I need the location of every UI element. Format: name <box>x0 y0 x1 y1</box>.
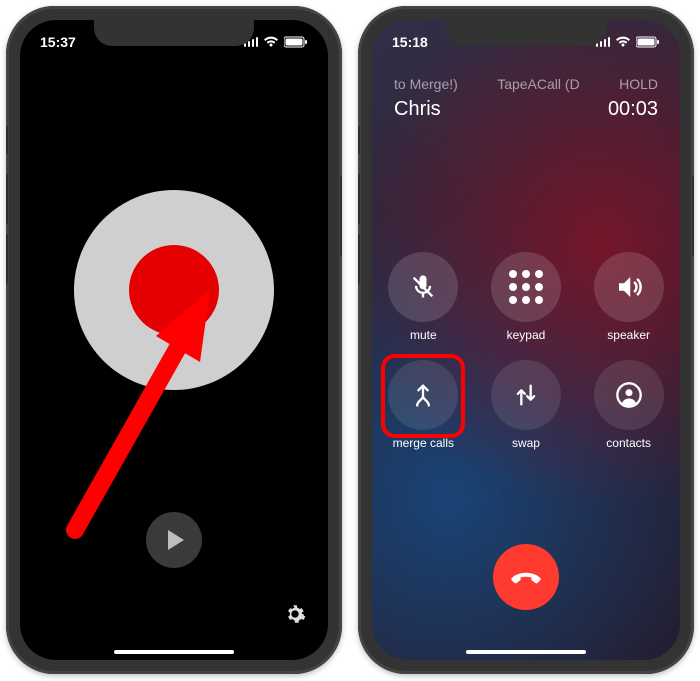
merge-label: merge calls <box>393 436 454 450</box>
call-header: to Merge!) TapeACall (D HOLD Chris 00:03 <box>372 76 680 92</box>
contacts-label: contacts <box>606 436 651 450</box>
swap-button[interactable] <box>491 360 561 430</box>
screen-right: 15:18 to Merge!) TapeACall (D HOLD Chris… <box>372 20 680 660</box>
held-call-label-left: to Merge!) <box>394 76 458 92</box>
mute-button[interactable] <box>388 252 458 322</box>
mute-label: mute <box>410 328 437 342</box>
speaker-icon <box>614 272 644 302</box>
screen-left: 15:37 <box>20 20 328 660</box>
held-call-hold: HOLD <box>619 76 658 92</box>
status-indicators <box>596 36 661 48</box>
mute-icon <box>409 273 437 301</box>
battery-icon <box>636 36 660 48</box>
phone-frame-right: 15:18 to Merge!) TapeACall (D HOLD Chris… <box>358 6 694 674</box>
speaker-button[interactable] <box>594 252 664 322</box>
wifi-icon <box>615 36 631 48</box>
keypad-label: keypad <box>507 328 546 342</box>
end-call-button[interactable] <box>493 544 559 610</box>
contacts-button[interactable] <box>594 360 664 430</box>
contacts-icon <box>615 381 643 409</box>
held-call-label-mid: TapeACall (D <box>497 76 579 92</box>
play-icon <box>168 530 184 550</box>
merge-calls-button[interactable] <box>388 360 458 430</box>
caller-name: Chris <box>394 98 441 121</box>
settings-button[interactable] <box>284 603 306 630</box>
speaker-label: speaker <box>607 328 650 342</box>
phone-frame-left: 15:37 <box>6 6 342 674</box>
notch <box>446 20 606 46</box>
keypad-button[interactable] <box>491 252 561 322</box>
record-button[interactable] <box>74 190 274 390</box>
status-time: 15:18 <box>392 34 428 50</box>
play-button[interactable] <box>146 512 202 568</box>
status-indicators <box>244 36 309 48</box>
battery-icon <box>284 36 308 48</box>
home-indicator[interactable] <box>466 650 586 654</box>
keypad-icon <box>509 270 543 304</box>
status-time: 15:37 <box>40 34 76 50</box>
wifi-icon <box>263 36 279 48</box>
home-indicator[interactable] <box>114 650 234 654</box>
notch <box>94 20 254 46</box>
gear-icon <box>284 603 306 625</box>
call-duration: 00:03 <box>608 98 658 121</box>
end-call-icon <box>509 560 543 594</box>
call-button-grid: mute keypad speaker <box>372 252 680 450</box>
swap-icon <box>512 381 540 409</box>
merge-icon <box>409 381 437 409</box>
swap-label: swap <box>512 436 540 450</box>
